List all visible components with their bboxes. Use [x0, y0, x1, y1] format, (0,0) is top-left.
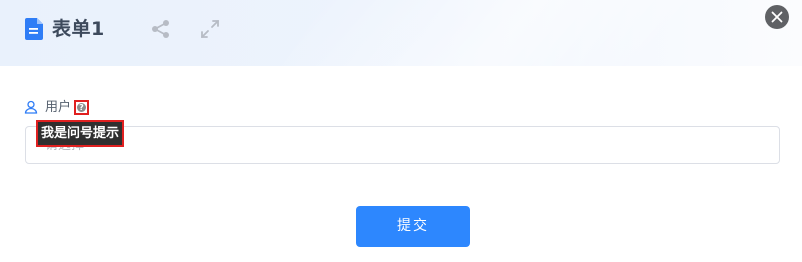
form-dialog: 表单1 用户 ? 我是问号提示 提交 [0, 0, 802, 262]
user-select[interactable]: 请选择 [25, 126, 780, 164]
submit-button[interactable]: 提交 [356, 206, 470, 247]
close-icon [771, 11, 783, 23]
dialog-title: 表单1 [52, 18, 105, 40]
share-icon[interactable] [151, 19, 171, 39]
document-icon [25, 18, 43, 40]
close-button[interactable] [765, 5, 789, 29]
user-icon [24, 100, 38, 114]
user-field-label: 用户 [45, 100, 72, 115]
dialog-header: 表单1 [0, 0, 802, 66]
help-tooltip: 我是问号提示 [36, 120, 125, 147]
question-icon[interactable]: ? [74, 100, 89, 115]
expand-icon[interactable] [199, 18, 221, 40]
